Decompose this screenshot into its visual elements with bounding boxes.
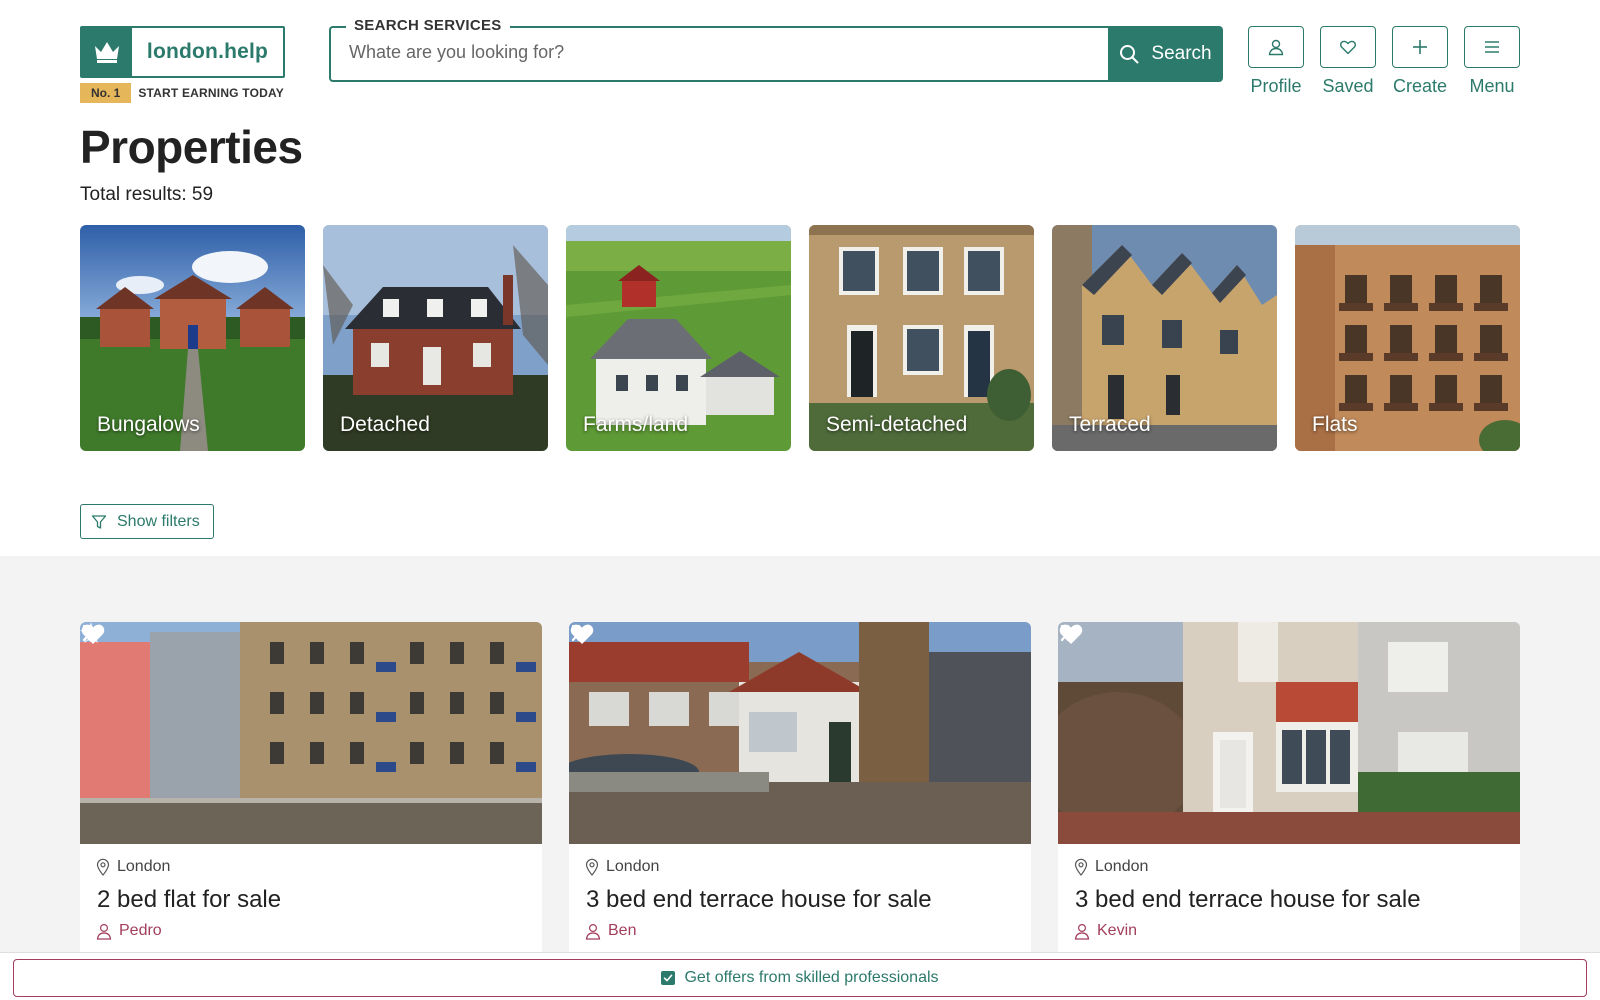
listing-image[interactable]	[569, 622, 1031, 844]
category-label: Detached	[340, 413, 430, 436]
search-field: SEARCH SERVICES	[329, 17, 1108, 82]
listing-location-text: London	[117, 858, 171, 875]
menu-button[interactable]: Menu	[1464, 26, 1520, 97]
listing-card[interactable]: London 3 bed end terrace house for sale …	[1058, 622, 1520, 962]
create-button[interactable]: Create	[1392, 26, 1448, 97]
logo-tagline: No. 1 START EARNING TODAY	[80, 83, 285, 103]
search-bar: SEARCH SERVICES Search	[329, 17, 1223, 82]
site-header: london.help No. 1 START EARNING TODAY SE…	[80, 17, 1520, 106]
profile-label: Profile	[1250, 76, 1302, 96]
listing-photo	[80, 622, 542, 844]
listing-image[interactable]	[80, 622, 542, 844]
category-label: Semi-detached	[826, 413, 968, 436]
profile-button-box	[1248, 26, 1304, 68]
listing-user[interactable]: Kevin	[1074, 922, 1137, 940]
listing-location: London	[1074, 858, 1148, 876]
listing-location-text: London	[1095, 858, 1149, 875]
menu-label: Menu	[1469, 76, 1515, 96]
user-icon	[1074, 923, 1090, 940]
location-pin-icon	[96, 858, 110, 876]
category-bungalows[interactable]: Bungalows	[80, 225, 305, 451]
logo-box: london.help	[80, 26, 285, 78]
listing-user-name: Ben	[608, 922, 637, 939]
listing-cards: London 2 bed flat for sale Pedro London …	[80, 622, 1520, 962]
create-label: Create	[1392, 76, 1448, 96]
page-title: Properties	[80, 121, 303, 173]
filter-icon	[91, 514, 107, 529]
get-offers-label: Get offers from skilled professionals	[684, 969, 939, 986]
chevron-right-icon[interactable]	[80, 622, 94, 644]
user-icon	[1268, 39, 1284, 56]
listing-user-name: Kevin	[1097, 922, 1138, 939]
listing-photo	[569, 622, 1031, 844]
search-icon	[1120, 45, 1139, 64]
listing-location-text: London	[606, 858, 660, 875]
saved-button-box	[1320, 26, 1376, 68]
listing-title[interactable]: 2 bed flat for sale	[97, 886, 281, 914]
tagline-text: START EARNING TODAY	[138, 86, 284, 100]
listing-user[interactable]: Pedro	[96, 922, 162, 940]
listing-user[interactable]: Ben	[585, 922, 636, 940]
logo[interactable]: london.help No. 1 START EARNING TODAY	[80, 26, 285, 103]
plus-icon	[1413, 40, 1427, 54]
listing-photo	[1058, 622, 1520, 844]
category-label: Bungalows	[97, 413, 200, 436]
category-label: Terraced	[1069, 413, 1151, 436]
check-icon	[664, 974, 673, 982]
profile-button[interactable]: Profile	[1248, 26, 1304, 97]
category-label: Farms/land	[583, 413, 689, 436]
chevron-right-icon[interactable]	[1058, 622, 1072, 644]
listing-user-name: Pedro	[119, 922, 162, 939]
location-pin-icon	[1074, 858, 1088, 876]
listing-title[interactable]: 3 bed end terrace house for sale	[586, 886, 932, 914]
menu-icon	[1485, 41, 1499, 53]
category-label: Flats	[1312, 413, 1358, 436]
header-actions: Profile Saved Create Menu	[1248, 26, 1520, 97]
offers-checkbox[interactable]	[661, 971, 676, 985]
listing-location: London	[96, 858, 170, 876]
heart-icon	[1340, 40, 1356, 55]
crown-icon	[82, 28, 132, 76]
category-terraced[interactable]: Terraced	[1052, 225, 1277, 451]
category-detached[interactable]: Detached	[323, 225, 548, 451]
saved-button[interactable]: Saved	[1320, 26, 1376, 97]
category-semi-detached[interactable]: Semi-detached	[809, 225, 1034, 451]
user-icon	[585, 923, 601, 940]
chevron-right-icon[interactable]	[569, 622, 583, 644]
category-farms-land[interactable]: Farms/land	[566, 225, 791, 451]
search-button[interactable]: Search	[1108, 26, 1223, 82]
saved-label: Saved	[1322, 76, 1374, 96]
search-button-label: Search	[1151, 43, 1212, 64]
listing-title[interactable]: 3 bed end terrace house for sale	[1075, 886, 1421, 914]
location-pin-icon	[585, 858, 599, 876]
logo-text: london.help	[146, 40, 269, 63]
listing-card[interactable]: London 3 bed end terrace house for sale …	[569, 622, 1031, 962]
create-button-box	[1392, 26, 1448, 68]
get-offers-toggle[interactable]: Get offers from skilled professionals	[13, 959, 1587, 997]
category-flats[interactable]: Flats	[1295, 225, 1520, 451]
category-tiles: Bungalows Detached Farms/land Semi-detac…	[80, 225, 1520, 451]
total-results: Total results: 59	[80, 184, 214, 205]
listing-card[interactable]: London 2 bed flat for sale Pedro	[80, 622, 542, 962]
search-input[interactable]	[349, 42, 1089, 63]
rank-badge: No. 1	[80, 83, 132, 103]
search-legend: SEARCH SERVICES	[346, 17, 510, 34]
bottom-bar: Get offers from skilled professionals	[0, 952, 1600, 1000]
user-icon	[96, 923, 112, 940]
listing-location: London	[585, 858, 659, 876]
menu-button-box	[1464, 26, 1520, 68]
listing-image[interactable]	[1058, 622, 1520, 844]
show-filters-label: Show filters	[117, 512, 200, 530]
show-filters-button[interactable]: Show filters	[80, 504, 214, 539]
